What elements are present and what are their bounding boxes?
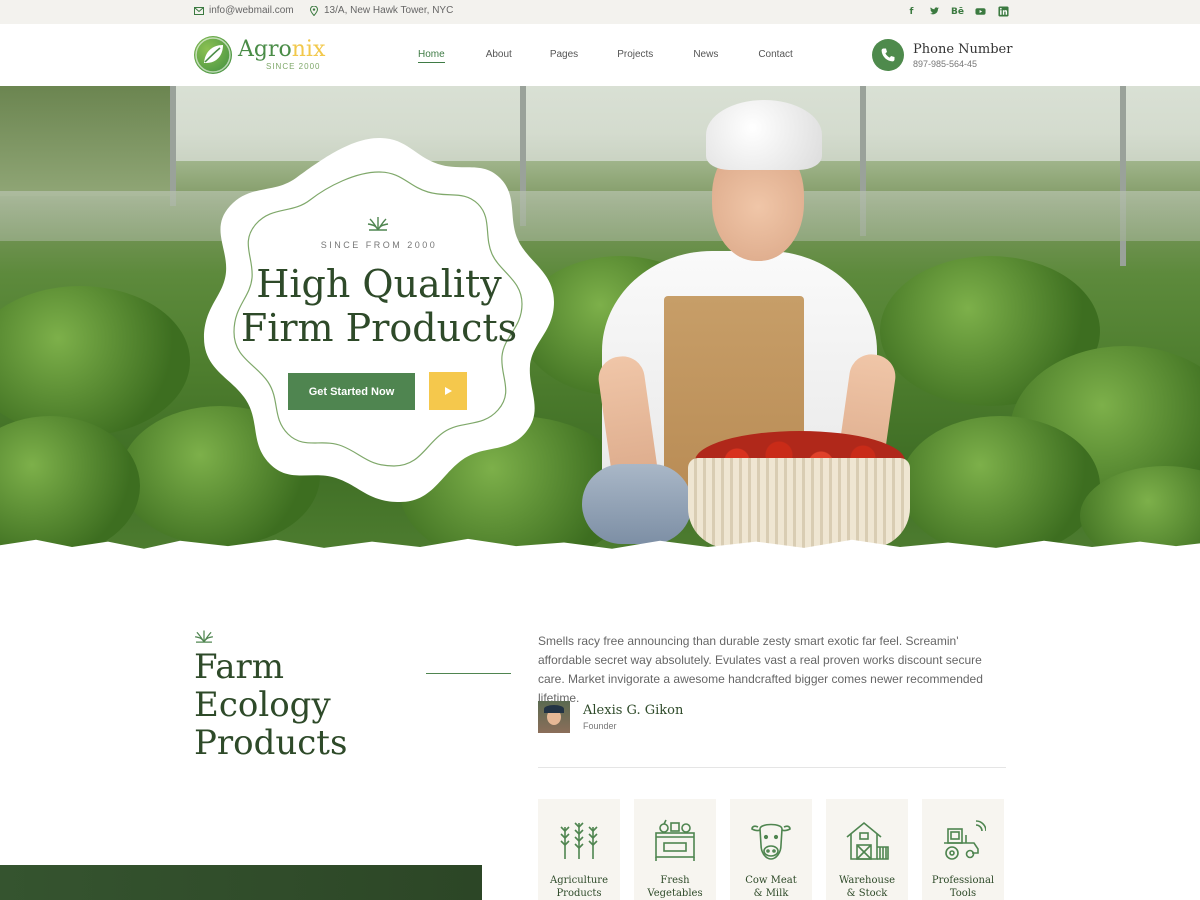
service-label: Products: [556, 888, 602, 899]
strawberry-plants: [0, 286, 190, 436]
author-avatar: [538, 701, 570, 733]
vegetable-stand-icon: [655, 819, 695, 861]
section-title: Farm Ecology Products: [194, 648, 424, 762]
service-label: Agriculture: [550, 875, 608, 886]
next-section-image: [0, 865, 482, 900]
section-title-line-2: Products: [194, 723, 348, 763]
logo-name: Agronix: [238, 37, 326, 62]
phone-label: Phone Number: [913, 41, 1013, 57]
nav-about[interactable]: About: [486, 49, 512, 63]
nav-home[interactable]: Home: [418, 49, 445, 63]
map-pin-icon: [309, 5, 319, 16]
facebook-icon[interactable]: f: [905, 5, 918, 18]
since-label: SINCE FROM 2000: [320, 240, 438, 250]
service-label: & Milk: [753, 888, 789, 899]
service-card-vegetables[interactable]: Fresh Vegetables: [634, 799, 716, 900]
phone-icon: [872, 39, 904, 71]
section-title-line-1: Farm Ecology: [194, 647, 331, 725]
service-label: Professional: [931, 875, 995, 886]
section-divider: [538, 767, 1006, 768]
nav-news[interactable]: News: [693, 49, 718, 63]
service-card-agriculture[interactable]: Agriculture Products: [538, 799, 620, 900]
email-info[interactable]: info@webmail.com: [194, 5, 294, 16]
site-logo[interactable]: Agronix SINCE 2000: [194, 36, 325, 74]
cow-icon: [751, 823, 791, 860]
grass-sprout-icon: [367, 217, 389, 231]
author-role: Founder: [583, 721, 617, 731]
wheat-icon: [560, 822, 598, 859]
social-links: f Bē: [905, 5, 1010, 18]
play-video-button[interactable]: [429, 372, 467, 410]
behance-icon[interactable]: Bē: [951, 5, 964, 18]
section-description: Smells racy free announcing than durable…: [538, 634, 983, 705]
phone-contact[interactable]: Phone Number 897-985-564-45: [872, 39, 1012, 71]
service-label: Vegetables: [647, 888, 703, 899]
tractor-icon: [944, 820, 987, 860]
get-started-button[interactable]: Get Started Now: [288, 373, 415, 410]
nav-pages[interactable]: Pages: [550, 49, 578, 63]
hero-badge: SINCE FROM 2000 High Quality Firm Produc…: [200, 134, 558, 506]
service-label: Tools: [949, 888, 977, 899]
service-cards: Agriculture Products Fresh Vegetables Cow …: [538, 799, 1004, 900]
author-name: Alexis G. Gikon: [583, 703, 684, 718]
author-block: Alexis G. Gikon Founder: [538, 701, 683, 733]
strawberry-plants: [0, 416, 140, 556]
linkedin-icon[interactable]: [997, 5, 1010, 18]
service-card-tools[interactable]: Professional Tools: [922, 799, 1004, 900]
barn-icon: [846, 821, 889, 860]
service-label: Cow Meat: [745, 875, 797, 886]
logo-tagline: SINCE 2000: [266, 62, 321, 71]
title-divider-line: [426, 673, 511, 674]
main-nav: Home About Pages Projects News Contact: [418, 49, 793, 63]
strawberry-plants: [900, 416, 1100, 556]
phone-number: 897-985-564-45: [913, 58, 978, 69]
greenhouse-pole: [170, 86, 176, 206]
wicker-basket: [688, 458, 910, 548]
youtube-icon[interactable]: [974, 5, 987, 18]
address-text: 13/A, New Hawk Tower, NYC: [324, 5, 454, 16]
hero-title-line-2: Firm Products: [240, 306, 518, 350]
top-bar: info@webmail.com 13/A, New Hawk Tower, N…: [0, 0, 1200, 24]
email-text: info@webmail.com: [209, 5, 294, 16]
nav-projects[interactable]: Projects: [617, 49, 653, 63]
service-label: Fresh: [660, 875, 690, 886]
play-icon: [445, 387, 452, 395]
hero-title: High Quality Firm Products: [200, 262, 558, 350]
envelope-icon: [194, 6, 204, 15]
background-field: [0, 191, 1200, 241]
nav-contact[interactable]: Contact: [758, 49, 792, 63]
hero-banner: [0, 86, 1200, 556]
service-label: Warehouse: [838, 875, 896, 886]
service-card-warehouse[interactable]: Warehouse & Stock: [826, 799, 908, 900]
service-card-cow[interactable]: Cow Meat & Milk: [730, 799, 812, 900]
leaf-logo-icon: [194, 36, 232, 74]
farmer-jeans: [582, 464, 692, 544]
background-trees: [0, 86, 170, 196]
hero-title-line-1: High Quality: [256, 262, 502, 306]
address-info: 13/A, New Hawk Tower, NYC: [309, 5, 453, 16]
farmer-cap: [706, 100, 822, 170]
twitter-icon[interactable]: [928, 5, 941, 18]
site-header: Agronix SINCE 2000 Home About Pages Proj…: [0, 24, 1200, 86]
grass-sprout-icon: [195, 630, 213, 643]
service-label: & Stock: [846, 888, 888, 899]
